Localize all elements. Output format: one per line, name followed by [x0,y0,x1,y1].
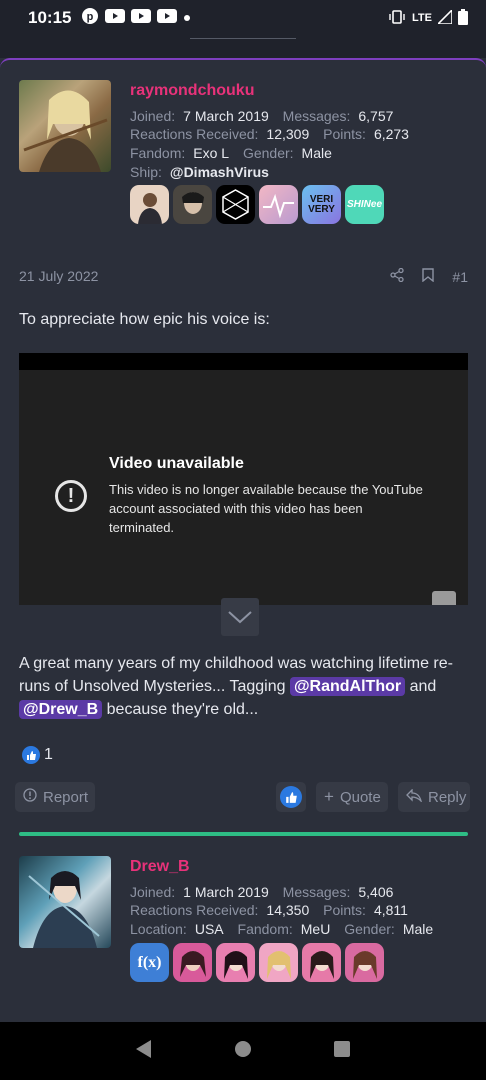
user-meta-reactions: Reactions Received: 12,309 Points: 6,273 [130,126,409,142]
badge-wave-logo[interactable] [259,185,298,224]
report-button[interactable]: Report [15,782,95,812]
system-nav-bar [0,1022,486,1080]
badge-portrait[interactable] [130,185,169,224]
badge-portrait[interactable] [216,943,255,982]
post-number[interactable]: #1 [452,269,468,285]
reply-button[interactable]: Reply [398,782,470,812]
alert-icon: ! [55,480,87,512]
like-icon [22,746,40,764]
username[interactable]: Drew_B [130,858,190,876]
like-button[interactable] [276,782,306,812]
battery-icon [458,8,468,28]
badge-portrait[interactable] [259,943,298,982]
back-icon[interactable] [135,1039,153,1064]
badge-exo-logo[interactable] [216,185,255,224]
chevron-down-icon [228,611,252,624]
badge-fx-logo[interactable]: f(x) [130,943,169,982]
youtube-icon [131,8,152,28]
status-bar: 10:15 p LTE [0,0,486,36]
reaction-summary[interactable]: 1 [22,746,53,764]
reply-icon [406,787,423,806]
mention-link[interactable]: @RandAlThor [289,677,406,696]
user-meta-location: Location: USA Fandom: MeU Gender: Male [130,921,434,937]
user-meta-joined: Joined: 1 March 2019 Messages: 5,406 [130,884,394,900]
user-meta-fandom: Fandom: Exo L Gender: Male [130,145,332,161]
badge-portrait[interactable] [302,943,341,982]
status-time: 10:15 [28,8,72,27]
network-type: LTE [412,12,432,24]
signal-icon [436,7,453,27]
vibrate-icon [388,9,406,27]
bookmark-icon[interactable] [422,268,435,285]
badge-shinee-logo[interactable]: SHINee [345,185,384,224]
notification-dot-icon [183,9,191,27]
like-icon [280,786,302,808]
home-icon[interactable] [234,1040,252,1063]
user-badges: VERI VERY SHINee [130,185,384,224]
pinterest-icon: p [81,7,99,30]
mention-link[interactable]: @Drew_B [19,700,103,719]
user-meta-ship: Ship: @DimashVirus [130,164,269,180]
video-message: This video is no longer available becaus… [109,482,423,535]
user-meta-reactions: Reactions Received: 14,350 Points: 4,811 [130,902,408,918]
username[interactable]: raymondchouku [130,82,254,100]
plus-icon: + [324,787,334,806]
share-icon[interactable] [390,267,405,285]
avatar[interactable] [19,856,111,948]
recents-icon[interactable] [333,1040,351,1063]
previous-section-edge [0,36,486,58]
svg-text:p: p [87,11,94,23]
user-meta-joined: Joined: 7 March 2019 Messages: 6,757 [130,108,394,124]
post-body-text: A great many years of my childhood was w… [19,655,453,719]
youtube-icon [105,8,126,28]
post-divider [19,832,468,836]
video-title: Video unavailable [109,455,244,472]
badge-portrait[interactable] [345,943,384,982]
post-intro-text: To appreciate how epic his voice is: [19,311,270,328]
badge-portrait[interactable] [173,943,212,982]
badge-portrait[interactable] [173,185,212,224]
video-embed[interactable]: ! Video unavailable This video is no lon… [19,353,468,605]
quote-button[interactable]: + Quote [316,782,388,812]
tab-indicator [190,36,296,39]
avatar[interactable] [19,80,111,172]
post-date[interactable]: 21 July 2022 [19,268,98,284]
youtube-logo-icon[interactable] [432,591,456,605]
youtube-icon [157,8,178,28]
post-top-actions: #1 [390,267,468,285]
expand-button[interactable] [221,598,259,636]
like-count: 1 [44,746,53,763]
badge-verivery-logo[interactable]: VERI VERY [302,185,341,224]
report-icon [23,788,37,806]
user-badges: f(x) [130,943,384,982]
